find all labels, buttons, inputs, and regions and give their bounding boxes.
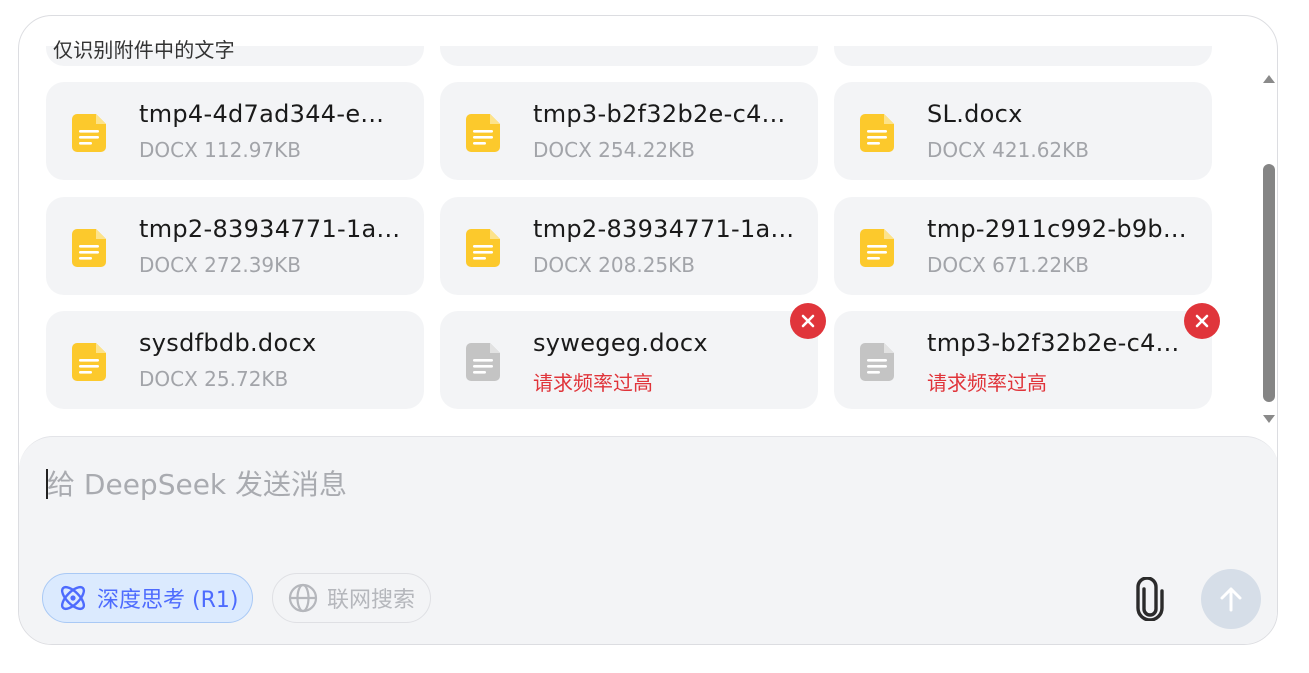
document-icon <box>860 114 894 152</box>
attachment-card[interactable]: tmp2-83934771-1a... DOCX 272.39KB <box>46 197 424 295</box>
attachment-scrollbar[interactable] <box>1259 64 1277 436</box>
document-icon <box>860 343 894 381</box>
chat-panel: 仅识别附件中的文字 tmp4-4d7ad344-e... DOCX 112.97… <box>18 15 1278 645</box>
attachment-card-partial <box>834 46 1212 66</box>
attachment-hint: 仅识别附件中的文字 <box>53 38 235 62</box>
document-icon <box>860 229 894 267</box>
close-icon <box>1195 314 1209 328</box>
attach-file-button[interactable] <box>1132 577 1168 621</box>
attachment-card[interactable]: tmp4-4d7ad344-e... DOCX 112.97KB <box>46 82 424 180</box>
attachment-card[interactable]: tmp-2911c992-b9b... DOCX 671.22KB <box>834 197 1212 295</box>
scroll-up-arrow[interactable] <box>1262 72 1276 86</box>
attachment-name: tmp2-83934771-1a... <box>139 215 401 243</box>
attachment-card[interactable]: tmp2-83934771-1a... DOCX 208.25KB <box>440 197 818 295</box>
attachment-card[interactable]: SL.docx DOCX 421.62KB <box>834 82 1212 180</box>
scroll-thumb[interactable] <box>1263 164 1275 402</box>
attachment-card[interactable]: tmp3-b2f32b2e-c4... DOCX 254.22KB <box>440 82 818 180</box>
send-button[interactable] <box>1201 569 1261 629</box>
attachment-name: sywegeg.docx <box>533 329 708 357</box>
attachment-meta: DOCX 421.62KB <box>927 138 1089 162</box>
document-icon <box>466 229 500 267</box>
attachment-card-failed[interactable]: sywegeg.docx 请求频率过高 <box>440 303 826 409</box>
web-search-label: 联网搜索 <box>327 588 416 613</box>
attachment-name: tmp-2911c992-b9b... <box>927 215 1187 243</box>
attachment-list: 仅识别附件中的文字 tmp4-4d7ad344-e... DOCX 112.97… <box>19 16 1259 436</box>
attachment-card-partial <box>440 46 818 66</box>
attachment-error-message: 请求频率过高 <box>533 371 653 395</box>
document-icon <box>466 343 500 381</box>
attachment-card-failed[interactable]: tmp3-b2f32b2e-c4... 请求频率过高 <box>834 303 1220 409</box>
message-composer: 深度思考 (R1) 联网搜索 <box>19 436 1277 644</box>
scroll-down-arrow[interactable] <box>1262 412 1276 426</box>
document-icon <box>72 229 106 267</box>
attachment-name: tmp3-b2f32b2e-c4... <box>927 329 1180 357</box>
triangle-up-icon <box>1263 75 1275 83</box>
deep-think-label: 深度思考 (R1) <box>97 588 239 613</box>
attachment-name: SL.docx <box>927 100 1023 128</box>
attachment-meta: DOCX 112.97KB <box>139 138 301 162</box>
attachment-meta: DOCX 272.39KB <box>139 253 301 277</box>
attachment-card[interactable]: sysdfbdb.docx DOCX 25.72KB <box>46 311 424 409</box>
close-icon <box>801 314 815 328</box>
attachment-error-message: 请求频率过高 <box>927 371 1047 395</box>
deep-think-toggle[interactable]: 深度思考 (R1) <box>42 573 253 623</box>
attachment-meta: DOCX 25.72KB <box>139 367 289 391</box>
document-icon <box>72 343 106 381</box>
document-icon <box>72 114 106 152</box>
globe-icon <box>288 583 318 613</box>
attachment-name: sysdfbdb.docx <box>139 329 317 357</box>
triangle-down-icon <box>1263 415 1275 423</box>
remove-attachment-button[interactable] <box>1184 303 1220 339</box>
document-icon <box>466 114 500 152</box>
attachment-name: tmp4-4d7ad344-e... <box>139 100 385 128</box>
atom-icon <box>60 585 86 611</box>
arrow-up-icon <box>1220 587 1242 612</box>
attachment-name: tmp2-83934771-1a... <box>533 215 795 243</box>
message-input[interactable] <box>45 463 1109 505</box>
paperclip-icon <box>1136 577 1164 621</box>
web-search-toggle[interactable]: 联网搜索 <box>272 573 431 623</box>
remove-attachment-button[interactable] <box>790 303 826 339</box>
attachment-name: tmp3-b2f32b2e-c4... <box>533 100 786 128</box>
attachment-meta: DOCX 254.22KB <box>533 138 695 162</box>
attachment-meta: DOCX 671.22KB <box>927 253 1089 277</box>
attachment-meta: DOCX 208.25KB <box>533 253 695 277</box>
